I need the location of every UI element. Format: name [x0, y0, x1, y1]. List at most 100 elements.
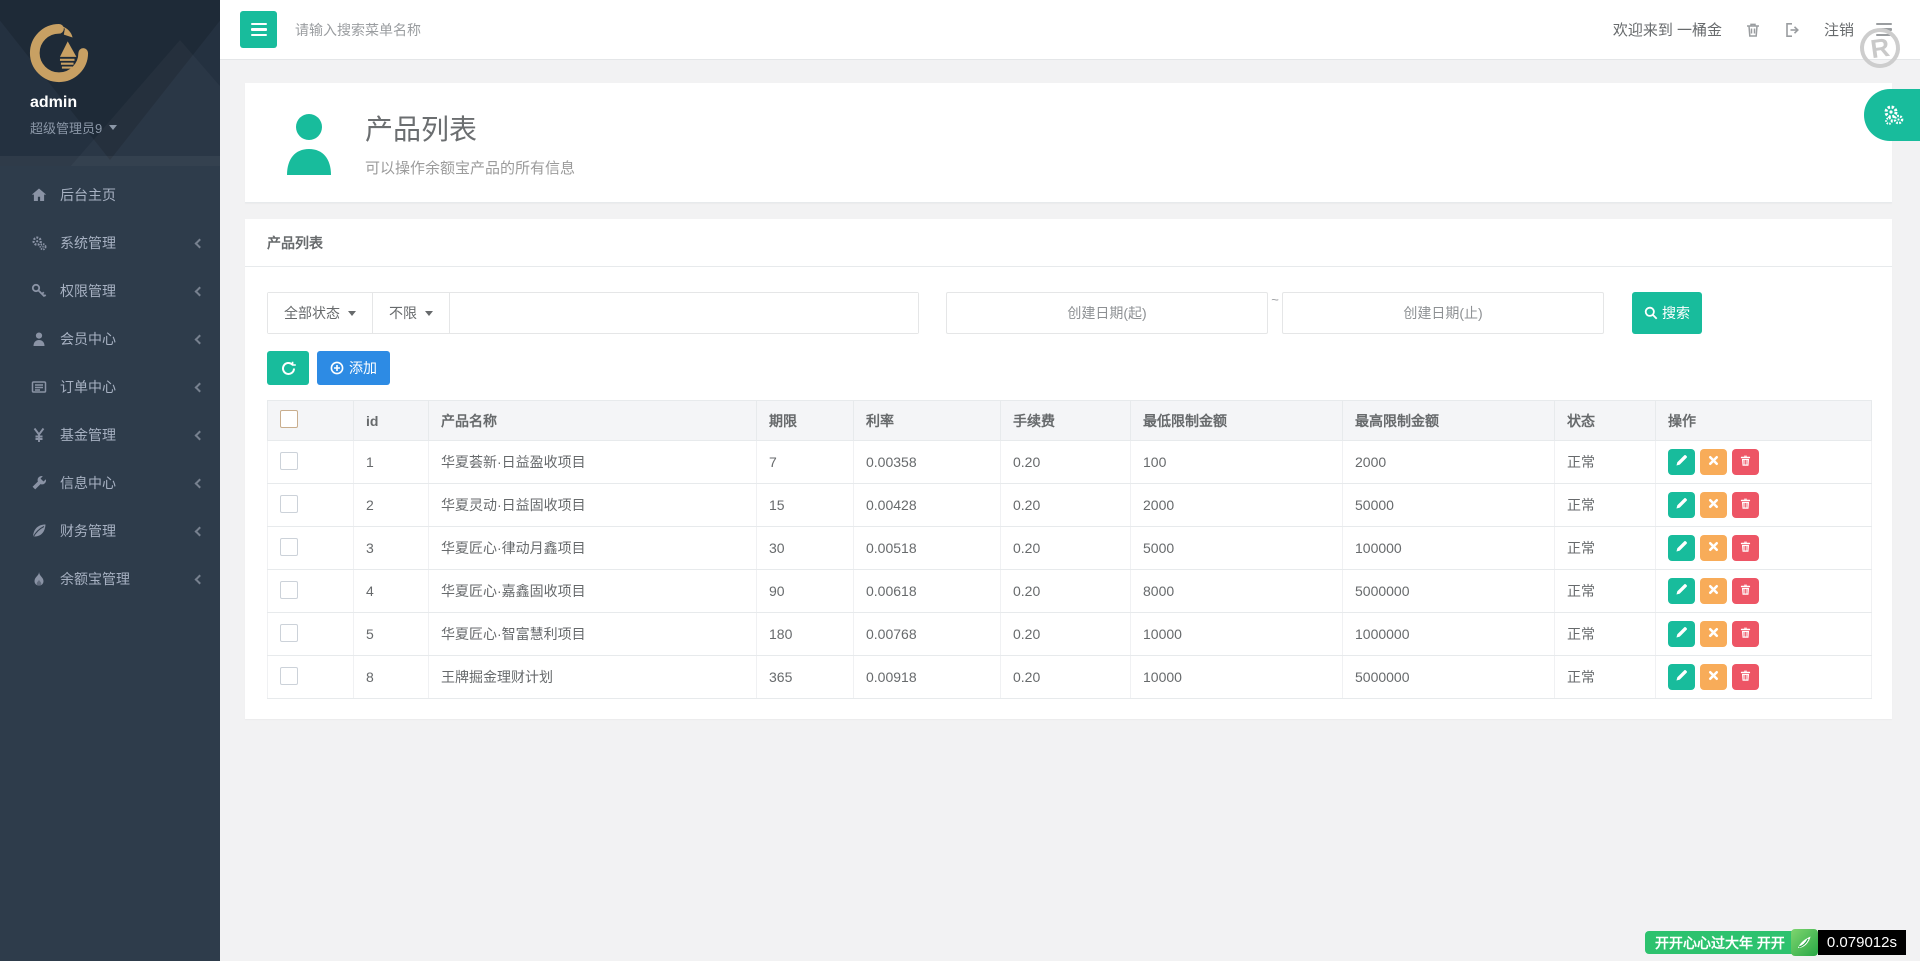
edit-button[interactable]: [1668, 664, 1695, 690]
trash-button[interactable]: [1732, 449, 1759, 475]
close-button[interactable]: [1700, 492, 1727, 518]
topbar: 欢迎来到 一桶金 注销: [220, 0, 1920, 60]
select-all-checkbox[interactable]: [280, 410, 298, 428]
trash-button[interactable]: [1732, 621, 1759, 647]
sidebar-item-信息中心[interactable]: 信息中心: [0, 459, 220, 507]
cell-min: 10000: [1130, 612, 1343, 656]
trash-icon: [1739, 454, 1752, 470]
add-button[interactable]: 添加: [317, 351, 390, 385]
cell-rate: 0.00428: [853, 483, 1001, 527]
column-header: 最低限制金额: [1130, 400, 1343, 441]
row-checkbox[interactable]: [280, 494, 298, 513]
edit-button[interactable]: [1668, 621, 1695, 647]
sidebar-item-会员中心[interactable]: 会员中心: [0, 315, 220, 363]
footer-right: 开开心心过大年 开开 0.079012s: [1645, 929, 1906, 956]
close-icon: [1707, 626, 1720, 642]
row-checkbox[interactable]: [280, 537, 298, 556]
search-button[interactable]: 搜索: [1632, 292, 1702, 334]
date-start-input[interactable]: [946, 292, 1268, 334]
cell-status: 正常: [1554, 440, 1656, 484]
edit-button[interactable]: [1668, 578, 1695, 604]
close-button[interactable]: [1700, 621, 1727, 647]
refresh-button[interactable]: [267, 351, 309, 385]
close-icon: [1707, 454, 1720, 470]
column-header: 最高限制金额: [1342, 400, 1555, 441]
panel-title: 产品列表: [245, 219, 1892, 267]
sidebar-item-系统管理[interactable]: 系统管理: [0, 219, 220, 267]
logout-icon[interactable]: [1784, 21, 1802, 39]
cell-status: 正常: [1554, 526, 1656, 570]
row-checkbox[interactable]: [280, 666, 298, 685]
cell-min: 8000: [1130, 569, 1343, 613]
close-button[interactable]: [1700, 449, 1727, 475]
fire-icon: [30, 571, 47, 588]
cell-name: 华夏灵动·日益固收项目: [428, 483, 757, 527]
settings-fab-button[interactable]: [1864, 89, 1920, 141]
menu-search-input[interactable]: [295, 21, 615, 38]
chevron-left-icon: [194, 526, 205, 536]
cell-term: 30: [756, 526, 854, 570]
cell-min: 2000: [1130, 483, 1343, 527]
avatar-icon: [287, 113, 331, 175]
sidebar-item-后台主页[interactable]: 后台主页: [0, 171, 220, 219]
keyword-input[interactable]: [450, 293, 918, 333]
edit-button[interactable]: [1668, 535, 1695, 561]
cell-min: 100: [1130, 440, 1343, 484]
cell-name: 王牌掘金理财计划: [428, 655, 757, 699]
cell-fee: 0.20: [1000, 526, 1131, 570]
trash-button[interactable]: [1732, 664, 1759, 690]
cell-max: 2000: [1342, 440, 1555, 484]
close-button[interactable]: [1700, 535, 1727, 561]
row-checkbox[interactable]: [280, 580, 298, 599]
trash-button[interactable]: [1732, 535, 1759, 561]
close-button[interactable]: [1700, 578, 1727, 604]
chevron-left-icon: [194, 574, 205, 584]
edit-button[interactable]: [1668, 449, 1695, 475]
cell-rate: 0.00918: [853, 655, 1001, 699]
column-header: 状态: [1554, 400, 1656, 441]
edit-icon: [1675, 669, 1688, 685]
date-end-input[interactable]: [1282, 292, 1604, 334]
festival-logo-icon: [1790, 929, 1818, 956]
table-row: 3 华夏匠心·律动月鑫项目 30 0.00518 0.20 5000 100000 正常: [267, 526, 1872, 570]
hamburger-icon: [250, 22, 267, 26]
sidebar-menu: 后台主页 系统管理 权限管理 会员中心 订单中心 基金管理 信息中心 财务管理 …: [0, 166, 220, 603]
sidebar-item-余额宝管理[interactable]: 余额宝管理: [0, 555, 220, 603]
cell-fee: 0.20: [1000, 569, 1131, 613]
cell-fee: 0.20: [1000, 440, 1131, 484]
trash-icon: [1739, 497, 1752, 513]
cell-term: 15: [756, 483, 854, 527]
cell-id: 8: [353, 655, 429, 699]
row-checkbox[interactable]: [280, 623, 298, 642]
cell-fee: 0.20: [1000, 612, 1131, 656]
sidebar: admin 超级管理员9 后台主页 系统管理 权限管理 会员中心 订单中心 基金…: [0, 0, 220, 961]
wrench-icon: [30, 475, 47, 492]
sidebar-item-基金管理[interactable]: 基金管理: [0, 411, 220, 459]
status-dropdown[interactable]: 全部状态: [268, 293, 373, 333]
sidebar-item-订单中心[interactable]: 订单中心: [0, 363, 220, 411]
edit-button[interactable]: [1668, 492, 1695, 518]
row-checkbox[interactable]: [280, 451, 298, 470]
cell-max: 1000000: [1342, 612, 1555, 656]
cogs-icon: [30, 235, 47, 252]
cell-id: 5: [353, 612, 429, 656]
trash-icon: [1739, 540, 1752, 556]
profile-role-dropdown[interactable]: 超级管理员9: [30, 118, 220, 137]
cell-status: 正常: [1554, 483, 1656, 527]
cell-fee: 0.20: [1000, 655, 1131, 699]
chevron-left-icon: [194, 334, 205, 344]
trash-button[interactable]: [1732, 492, 1759, 518]
logout-link[interactable]: 注销: [1824, 19, 1854, 40]
trash-icon[interactable]: [1744, 21, 1762, 39]
table-action-row: 添加: [267, 351, 1870, 385]
trash-button[interactable]: [1732, 578, 1759, 604]
cell-rate: 0.00768: [853, 612, 1001, 656]
column-header: 操作: [1655, 400, 1872, 441]
close-button[interactable]: [1700, 664, 1727, 690]
sidebar-item-权限管理[interactable]: 权限管理: [0, 267, 220, 315]
column-header: 手续费: [1000, 400, 1131, 441]
sidebar-toggle-button[interactable]: [240, 11, 277, 48]
limit-dropdown[interactable]: 不限: [373, 293, 450, 333]
profile-divider: [0, 156, 220, 166]
sidebar-item-财务管理[interactable]: 财务管理: [0, 507, 220, 555]
